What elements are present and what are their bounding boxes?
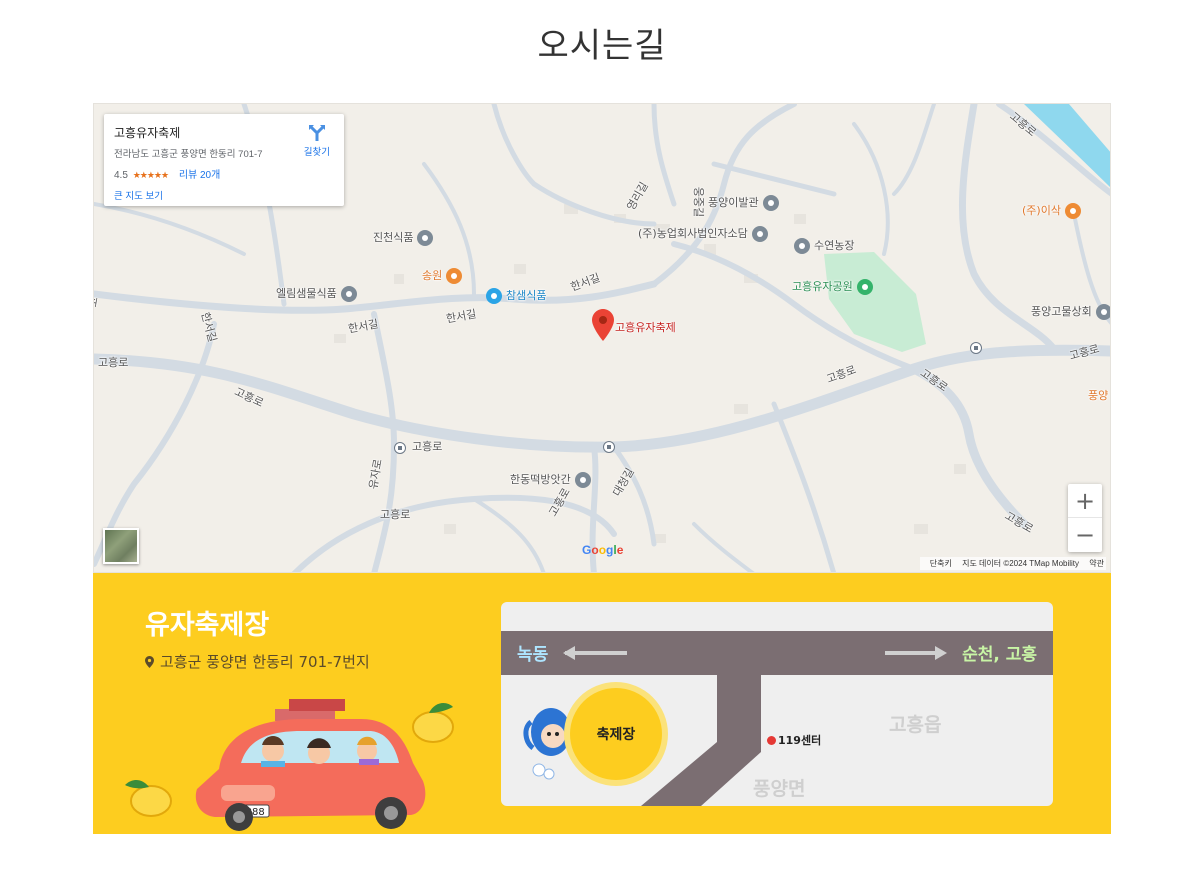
location-pin-icon — [145, 656, 154, 668]
poi-pungyang-edge[interactable]: 풍양 — [1088, 387, 1108, 403]
fire-station-label: 119센터 — [767, 732, 821, 748]
directions-button[interactable]: 길찾기 — [304, 124, 330, 158]
route-direction-right: 순천, 고흥 — [962, 645, 1037, 665]
location-marker-icon[interactable] — [592, 309, 614, 341]
poi-jincheon[interactable]: 진천식품 — [373, 229, 434, 246]
directions-icon — [308, 125, 325, 141]
reviews-link[interactable]: 리뷰 20개 — [179, 170, 221, 181]
google-logo: Google — [582, 543, 624, 557]
directions-label: 길찾기 — [303, 147, 330, 158]
place-address: 전라남도 고흥군 풍양면 한동리 701-7 — [114, 149, 263, 160]
bus-stop-icon[interactable] — [394, 442, 406, 454]
poi-pin-icon — [751, 226, 768, 242]
venue-name: 유자축제장 — [145, 610, 270, 641]
map-embed[interactable]: 고흥로 고흥로 고흥로 고흥로 고흥로 고흥로 고흥로 고흥로 고흥로 고흥로 … — [93, 103, 1111, 573]
rating-stars: ★★★★★ — [132, 170, 169, 180]
page-title: 오시는길 — [537, 26, 667, 66]
map-data-text: 지도 데이터 ©2024 TMap Mobility — [962, 559, 1080, 568]
mascot-icon — [523, 708, 571, 780]
place-info-card: 고흥유자축제 전라남도 고흥군 풍양면 한동리 701-7 4.5 ★★★★★ … — [104, 114, 344, 206]
poi-pin-icon — [340, 286, 357, 302]
road-label: 웅중길 — [692, 186, 706, 218]
venue-circle: 축제장 — [570, 688, 662, 780]
poi-pin-icon — [794, 238, 810, 254]
park-icon — [856, 279, 873, 295]
shortcuts-link[interactable]: 단축키 — [930, 559, 952, 568]
satellite-toggle-button[interactable] — [103, 528, 139, 564]
poi-ellim[interactable]: 엘림샘물식품 — [276, 285, 357, 302]
zoom-out-button[interactable]: − — [1068, 518, 1102, 552]
bus-stop-icon[interactable] — [970, 342, 982, 354]
zoom-in-button[interactable]: + — [1068, 484, 1102, 518]
place-rating: 4.5 ★★★★★ 리뷰 20개 — [114, 166, 220, 181]
route-schematic: 녹동 순천, 고흥 고흥읍 풍양면 119센터 축제장 — [501, 602, 1053, 806]
zoom-control: + − — [1068, 484, 1102, 552]
marker-label[interactable]: 고흥유자축제 — [615, 319, 676, 335]
fire-station-dot-icon — [767, 736, 776, 745]
route-myeon-label: 풍양면 — [753, 778, 806, 800]
venue-address: 고흥군 풍양면 한동리 701-7번지 — [145, 651, 370, 672]
car-illustration: 8888 — [125, 699, 454, 831]
route-direction-left: 녹동 — [517, 645, 549, 665]
poi-songwon[interactable]: 송원 — [422, 267, 463, 284]
restaurant-icon — [1064, 203, 1081, 219]
poi-pungyang-barber[interactable]: 풍양이발관 — [708, 194, 779, 211]
road-label: 고흥로 — [380, 508, 411, 521]
poi-pin-icon — [762, 195, 779, 211]
venue-circle-label: 축제장 — [596, 727, 636, 743]
poi-park[interactable]: 고흥유자공원 — [792, 278, 873, 295]
shopping-cart-icon — [486, 288, 502, 304]
place-name: 고흥유자축제 — [114, 126, 181, 140]
bus-stop-icon[interactable] — [603, 441, 615, 453]
poi-suyeon[interactable]: 수연농장 — [794, 237, 854, 254]
road-label: 고흥로 — [98, 356, 129, 369]
poi-pin-icon — [417, 230, 434, 246]
restaurant-icon — [446, 268, 463, 284]
map-attribution: 단축키 지도 데이터 ©2024 TMap Mobility 약관 — [919, 557, 1106, 570]
poi-nonghyup[interactable]: (주)농업회사법인자소담 — [638, 225, 768, 242]
poi-chamsaem[interactable]: 참샘식품 — [486, 287, 546, 304]
larger-map-link[interactable]: 큰 지도 보기 — [114, 188, 163, 202]
poi-pungyang-ginseng[interactable]: 풍양고물상회 — [1031, 303, 1110, 320]
terms-link[interactable]: 약관 — [1089, 559, 1104, 568]
poi-pin-icon — [1095, 304, 1110, 320]
road-label: 고흥로 — [412, 440, 443, 453]
rating-value: 4.5 — [114, 170, 128, 181]
poi-handong[interactable]: 한동떡방앗간 — [510, 471, 591, 488]
venue-address-text: 고흥군 풍양면 한동리 701-7번지 — [160, 653, 370, 671]
poi-pin-icon — [574, 472, 591, 488]
venue-banner: 유자축제장 고흥군 풍양면 한동리 701-7번지 8888 — [93, 573, 1111, 834]
route-town-label: 고흥읍 — [889, 714, 942, 736]
poi-isak[interactable]: (주)이삭 — [1022, 202, 1081, 219]
